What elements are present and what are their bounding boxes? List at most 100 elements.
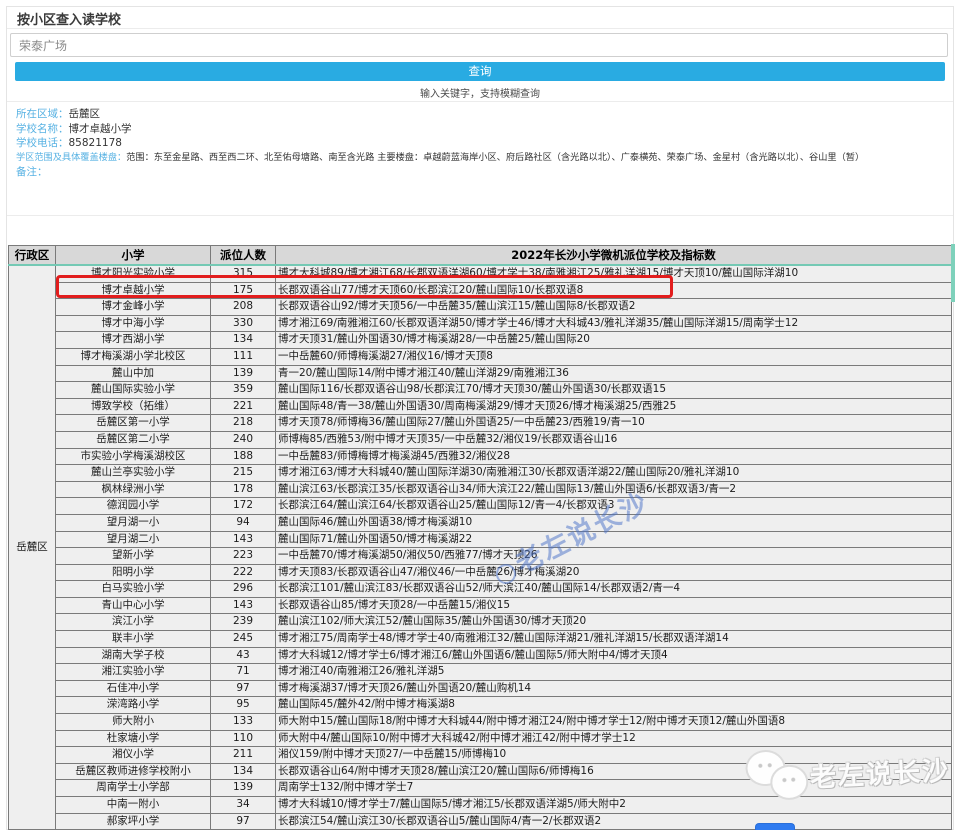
quota-cell: 134 — [211, 332, 276, 349]
allocation-cell: 麓山国际46/麓山外国语38/博才梅溪湖10 — [276, 514, 952, 531]
quota-cell: 134 — [211, 763, 276, 780]
table-row: 博才卓越小学175长郡双语谷山77/博才天顶60/长郡滨江20/麓山国际10/长… — [9, 282, 952, 299]
school-cell: 博才卓越小学 — [56, 282, 211, 299]
school-cell: 麓山兰亭实验小学 — [56, 465, 211, 482]
school-cell: 滨江小学 — [56, 614, 211, 631]
allocation-cell: 博才天顶31/麓山外国语30/博才梅溪湖28/一中岳麓25/麓山国际20 — [276, 332, 952, 349]
table-row: 联丰小学245博才湘江75/周南学士48/博才学士40/南雅湘江32/麓山国际洋… — [9, 631, 952, 648]
school-cell: 联丰小学 — [56, 631, 211, 648]
allocation-cell: 师大附中15/麓山国际18/附中博才大科城44/附中博才湘江24/附中博才学士1… — [276, 714, 952, 731]
school-cell: 望月湖二小 — [56, 531, 211, 548]
quota-cell: 143 — [211, 531, 276, 548]
school-cell: 中南一附小 — [56, 797, 211, 814]
allocation-cell: 长郡双语谷山85/博才天顶28/一中岳麓15/湘仪15 — [276, 597, 952, 614]
quota-cell: 97 — [211, 680, 276, 697]
table-row: 溁湾路小学95麓山国际45/麓外42/附中博才梅溪湖8 — [9, 697, 952, 714]
allocation-cell: 博才大科城12/博才学士6/博才湘江6/麓山外国语6/麓山国际5/师大附中4/博… — [276, 647, 952, 664]
school-cell: 岳麓区第一小学 — [56, 415, 211, 432]
allocation-cell: 博才大科城89/博才湘江68/长郡双语洋湖60/博才学士38/南雅湘江25/雅礼… — [276, 265, 952, 282]
table-row: 滨江小学239麓山滨江102/师大滨江52/麓山国际35/麓山外国语30/博才天… — [9, 614, 952, 631]
allocation-cell: 博才湘江75/周南学士48/博才学士40/南雅湘江32/麓山国际洋湖21/雅礼洋… — [276, 631, 952, 648]
allocation-cell: 一中岳麓60/师博梅溪湖27/湘仪16/博才天顶8 — [276, 348, 952, 365]
quota-cell: 139 — [211, 780, 276, 797]
table-row: 博才西湖小学134博才天顶31/麓山外国语30/博才梅溪湖28/一中岳麓25/麓… — [9, 332, 952, 349]
community-search-input[interactable] — [10, 33, 948, 57]
table-row: 岳麓区第二小学240师博梅85/西雅53/附中博才天顶35/一中岳麓32/湘仪1… — [9, 431, 952, 448]
school-cell: 博才金峰小学 — [56, 299, 211, 316]
district-cell: 岳麓区 — [9, 265, 56, 830]
table-row: 博才金峰小学208长郡双语谷山92/博才天顶56/一中岳麓35/麓山滨江15/麓… — [9, 299, 952, 316]
school-cell: 博才梅溪湖小学北校区 — [56, 348, 211, 365]
quota-cell: 178 — [211, 481, 276, 498]
table-edge-accent — [951, 244, 955, 302]
school-cell: 湘仪小学 — [56, 747, 211, 764]
query-button[interactable]: 查询 — [15, 62, 945, 81]
quota-cell: 94 — [211, 514, 276, 531]
allocation-cell: 长郡滨江64/麓山滨江64/长郡双语谷山25/麓山国际12/青一4/长郡双语3 — [276, 498, 952, 515]
school-cell: 博才中海小学 — [56, 315, 211, 332]
allocation-cell: 博才天顶78/师博梅36/麓山国际27/麓山外国语25/一中岳麓23/西雅19/… — [276, 415, 952, 432]
info-field-value: 范围：东至金星路、西至西二环、北至佑母塘路、南至含光路 主要楼盘：卓越蔚蓝海岸小… — [126, 152, 864, 163]
table-row: 麓山国际实验小学359麓山国际116/长郡双语谷山98/长郡滨江70/博才天顶3… — [9, 382, 952, 399]
school-cell: 市实验小学梅溪湖校区 — [56, 448, 211, 465]
school-cell: 博才西湖小学 — [56, 332, 211, 349]
quota-cell: 139 — [211, 365, 276, 382]
info-line-school-name: 学校名称：博才卓越小学 — [16, 122, 950, 137]
table-row: 望新小学223一中岳麓70/博才梅溪湖50/湘仪50/西雅77/博才天顶26 — [9, 548, 952, 565]
divider — [7, 101, 953, 102]
allocation-cell: 麓山滨江102/师大滨江52/麓山国际35/麓山外国语30/博才天顶20 — [276, 614, 952, 631]
table-row: 阳明小学222博才天顶83/长郡双语谷山47/湘仪46/一中岳麓26/博才梅溪湖… — [9, 564, 952, 581]
info-field-value: 岳麓区 — [69, 108, 101, 120]
header-allocation: 2022年长沙小学微机派位学校及指标数 — [276, 246, 952, 266]
allocation-cell: 麓山滨江63/长郡滨江35/长郡双语谷山34/师大滨江22/麓山国际13/麓山外… — [276, 481, 952, 498]
table-row: 麓山中加139青一20/麓山国际14/附中博才湘江40/麓山洋湖29/南雅湘江3… — [9, 365, 952, 382]
allocation-cell: 师大附中4/麓山国际10/附中博才大科城42/附中博才湘江42/附中博才学士12 — [276, 730, 952, 747]
school-cell: 麓山中加 — [56, 365, 211, 382]
table-row: 德润园小学172长郡滨江64/麓山滨江64/长郡双语谷山25/麓山国际12/青一… — [9, 498, 952, 515]
school-cell: 岳麓区教师进修学校附小 — [56, 763, 211, 780]
allocation-cell: 长郡滨江54/麓山滨江30/长郡双语谷山5/麓山国际4/青一2/长郡双语2 — [276, 813, 952, 830]
quota-cell: 359 — [211, 382, 276, 399]
quota-cell: 211 — [211, 747, 276, 764]
school-cell: 阳明小学 — [56, 564, 211, 581]
table-row: 周南学士小学部139周南学士132/附中博才学士7 — [9, 780, 952, 797]
table-row: 枫林绿洲小学178麓山滨江63/长郡滨江35/长郡双语谷山34/师大滨江22/麓… — [9, 481, 952, 498]
table-row: 杜家塘小学110师大附中4/麓山国际10/附中博才大科城42/附中博才湘江42/… — [9, 730, 952, 747]
info-line-coverage: 学区范围及具体覆盖楼盘：范围：东至金星路、西至西二环、北至佑母塘路、南至含光路 … — [16, 151, 950, 166]
table-row: 岳麓区教师进修学校附小134长郡双语谷山64/附中博才天顶28/麓山滨江20/麓… — [9, 763, 952, 780]
search-hint: 输入关键字，支持模糊查询 — [0, 85, 960, 100]
info-field-label: 学校电话： — [16, 137, 69, 149]
school-cell: 望月湖一小 — [56, 514, 211, 531]
allocation-cell: 一中岳麓70/博才梅溪湖50/湘仪50/西雅77/博才天顶26 — [276, 548, 952, 565]
quota-cell: 34 — [211, 797, 276, 814]
bottom-action-button[interactable] — [755, 823, 795, 830]
table-row: 青山中心小学143长郡双语谷山85/博才天顶28/一中岳麓15/湘仪15 — [9, 597, 952, 614]
allocation-cell: 博才天顶83/长郡双语谷山47/湘仪46/一中岳麓26/博才梅溪湖20 — [276, 564, 952, 581]
school-cell: 岳麓区第二小学 — [56, 431, 211, 448]
allocation-cell: 博才大科城10/博才学士7/麓山国际5/博才湘江5/长郡双语洋湖5/师大附中2 — [276, 797, 952, 814]
allocation-cell: 长郡双语谷山64/附中博才天顶28/麓山滨江20/麓山国际6/师博梅16 — [276, 763, 952, 780]
allocation-cell: 周南学士132/附中博才学士7 — [276, 780, 952, 797]
quota-cell: 111 — [211, 348, 276, 365]
school-cell: 师大附小 — [56, 714, 211, 731]
info-field-label: 学校名称： — [16, 123, 69, 135]
allocation-cell: 麓山国际48/青一38/麓山外国语30/周南梅溪湖29/博才天顶26/博才梅溪湖… — [276, 398, 952, 415]
quota-cell: 143 — [211, 597, 276, 614]
divider — [7, 28, 953, 29]
table-row: 中南一附小34博才大科城10/博才学士7/麓山国际5/博才湘江5/长郡双语洋湖5… — [9, 797, 952, 814]
table-row: 湖南大学子校43博才大科城12/博才学士6/博才湘江6/麓山外国语6/麓山国际5… — [9, 647, 952, 664]
allocation-cell: 长郡双语谷山92/博才天顶56/一中岳麓35/麓山滨江15/麓山国际8/长郡双语… — [276, 299, 952, 316]
quota-cell: 245 — [211, 631, 276, 648]
school-cell: 博才阳光实验小学 — [56, 265, 211, 282]
info-field-value: 博才卓越小学 — [69, 123, 132, 135]
quota-cell: 43 — [211, 647, 276, 664]
header-quota: 派位人数 — [211, 246, 276, 266]
school-cell: 博致学校（拓维） — [56, 398, 211, 415]
school-cell: 枫林绿洲小学 — [56, 481, 211, 498]
school-lookup-page: 按小区查入读学校 查询 输入关键字，支持模糊查询 所在区域：岳麓区 学校名称：博… — [0, 0, 960, 830]
allocation-cell: 长郡双语谷山77/博才天顶60/长郡滨江20/麓山国际10/长郡双语8 — [276, 282, 952, 299]
quota-cell: 222 — [211, 564, 276, 581]
school-cell: 杜家塘小学 — [56, 730, 211, 747]
allocation-cell: 博才湘江63/博才大科城40/麓山国际洋湖30/南雅湘江30/长郡双语洋湖22/… — [276, 465, 952, 482]
allocation-cell: 博才湘江40/南雅湘江26/雅礼洋湖5 — [276, 664, 952, 681]
